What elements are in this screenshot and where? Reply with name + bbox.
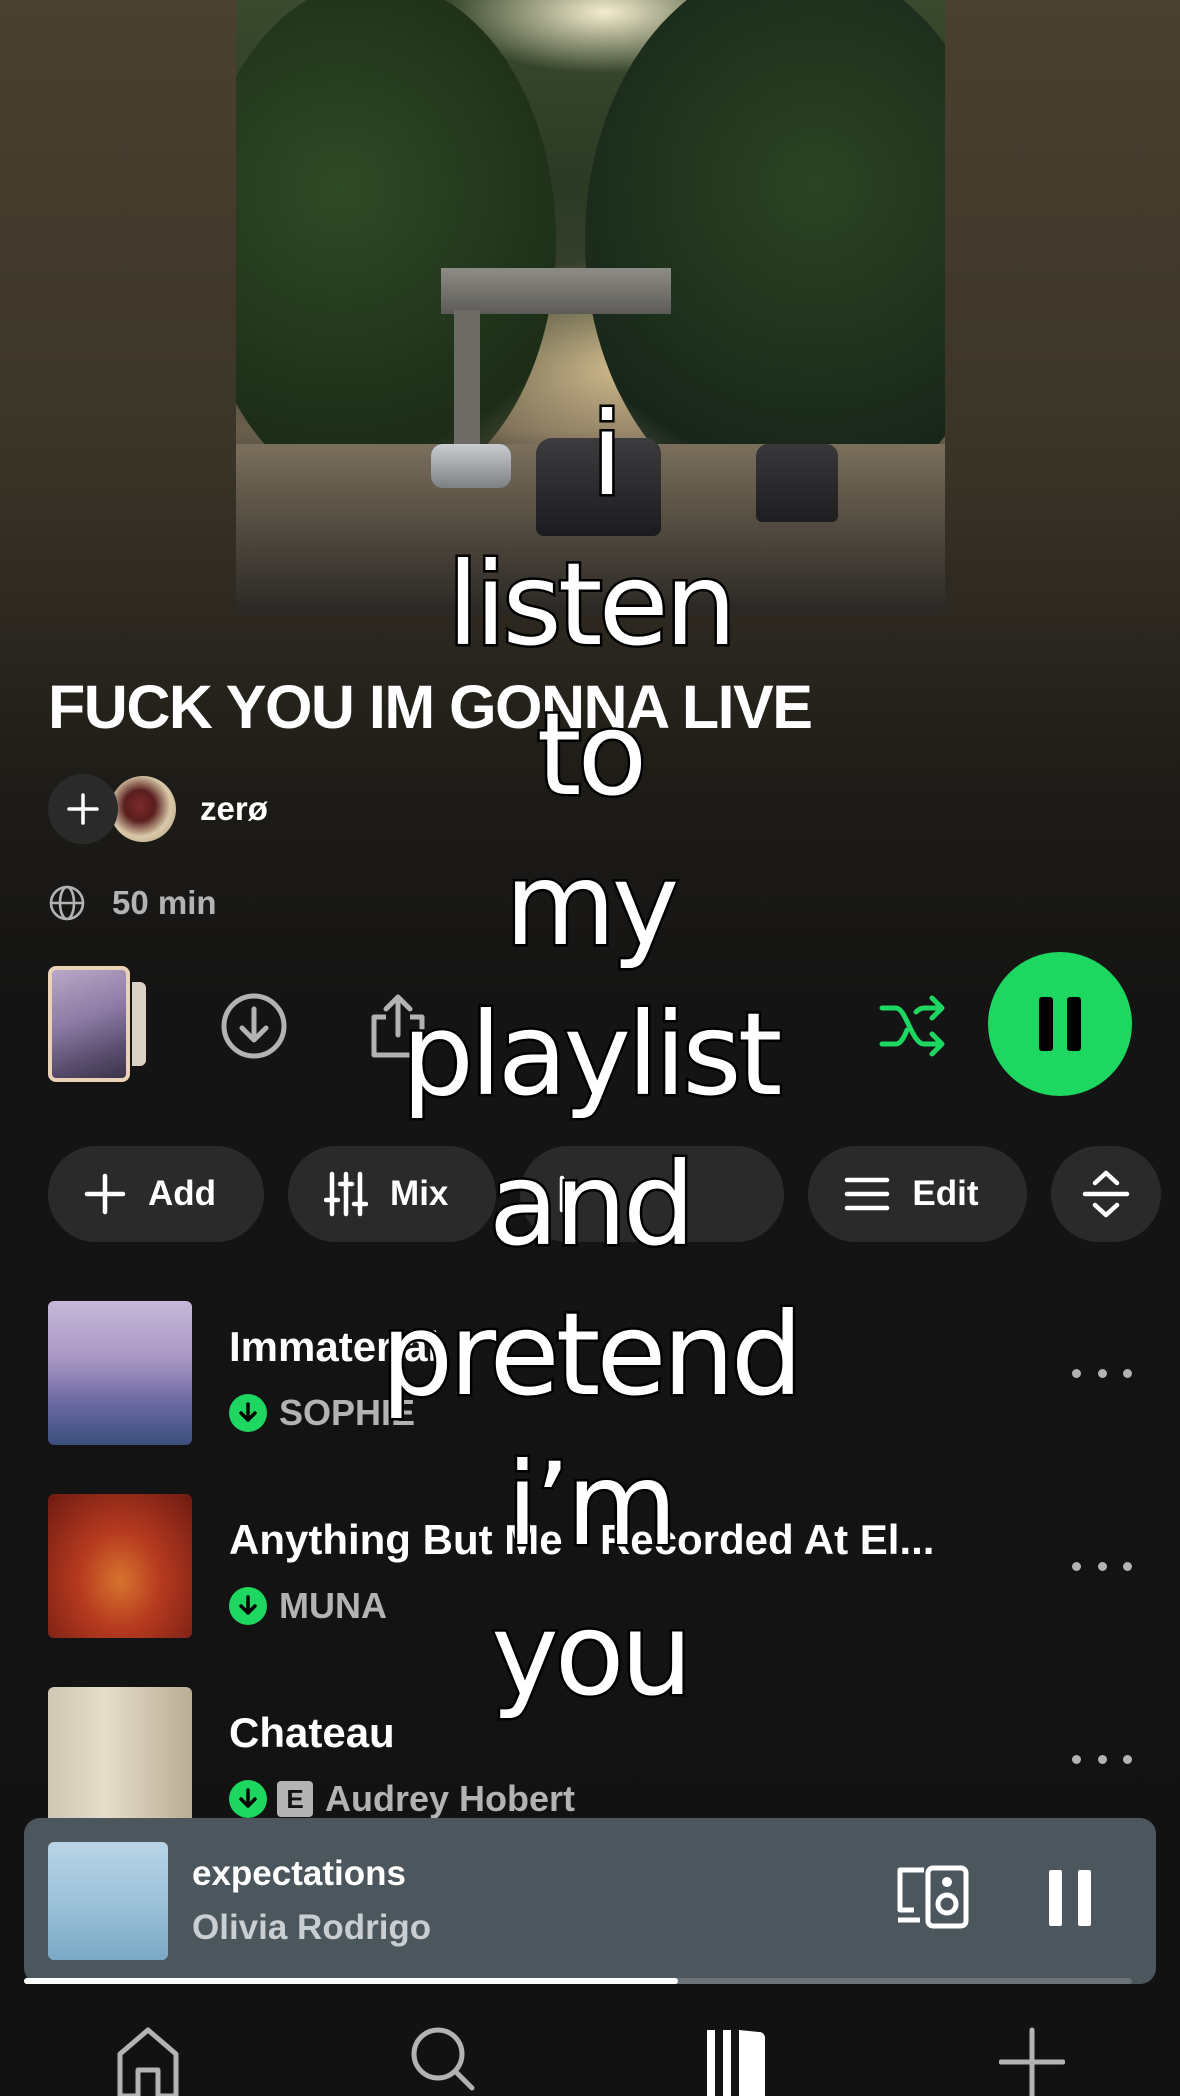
filter-chips: Add Mix Edit — [48, 1146, 1161, 1242]
nav-search[interactable] — [406, 2024, 478, 2096]
mix-chip-label: Mix — [390, 1174, 449, 1213]
downloaded-icon — [229, 1780, 267, 1818]
filter-chip-partial[interactable] — [1050, 1146, 1161, 1242]
pause-icon — [1049, 1870, 1062, 1926]
nav-library[interactable] — [700, 2024, 772, 2096]
track-artwork — [48, 1301, 192, 1445]
plus-icon — [67, 793, 99, 825]
smart-shuffle-icon[interactable] — [878, 994, 950, 1058]
now-playing-artist: Olivia Rodrigo — [192, 1908, 432, 1947]
mix-chip[interactable]: Mix — [288, 1146, 497, 1242]
avatar[interactable] — [110, 776, 176, 842]
share-icon — [371, 994, 425, 1058]
sort-icon — [560, 1175, 565, 1213]
track-artist: SOPHIE — [279, 1392, 416, 1433]
nav-home[interactable] — [112, 2024, 184, 2096]
add-chip-label: Add — [148, 1174, 217, 1213]
sort-chip[interactable] — [520, 1146, 785, 1242]
explicit-badge: E — [277, 1781, 313, 1817]
more-options-button[interactable] — [1072, 1739, 1132, 1779]
track-artist: Audrey Hobert — [325, 1778, 576, 1819]
more-options-button[interactable] — [1072, 1546, 1132, 1586]
bottom-nav — [0, 2010, 1180, 2096]
track-title: Anything But Me - Recorded At El... — [229, 1516, 935, 1563]
playback-progress[interactable] — [24, 1978, 1132, 1984]
pause-button[interactable] — [988, 952, 1132, 1096]
track-row[interactable]: Chateau E Audrey Hobert — [48, 1687, 1132, 1831]
nav-create[interactable] — [996, 2024, 1068, 2096]
expand-icon — [1082, 1170, 1129, 1218]
track-title: Immaterial — [229, 1323, 440, 1370]
now-playing-title: expectations — [192, 1854, 406, 1893]
track-artist: MUNA — [279, 1585, 387, 1626]
track-subtitle: SOPHIE — [229, 1391, 415, 1435]
plus-icon — [84, 1173, 126, 1215]
download-icon — [221, 993, 287, 1059]
preview-thumbnail[interactable] — [48, 966, 130, 1082]
playback-progress-fill — [24, 1978, 678, 1984]
edit-chip[interactable]: Edit — [808, 1146, 1027, 1242]
create-icon — [999, 2027, 1065, 2096]
edit-chip-label: Edit — [912, 1174, 979, 1213]
now-playing-artwork — [48, 1842, 168, 1960]
mini-player[interactable]: expectations Olivia Rodrigo — [24, 1818, 1156, 1984]
playlist-cover — [236, 0, 945, 614]
playlist-controls — [48, 952, 1132, 1096]
more-options-button[interactable] — [1072, 1353, 1132, 1393]
pause-icon — [1039, 997, 1081, 1051]
downloaded-icon — [229, 1394, 267, 1432]
connect-device-icon[interactable] — [894, 1864, 970, 1930]
track-subtitle: MUNA — [229, 1584, 387, 1628]
menu-lines-icon — [845, 1177, 890, 1211]
playlist-meta: 50 min — [48, 880, 217, 926]
globe-icon — [49, 885, 85, 921]
track-row[interactable]: Anything But Me - Recorded At El... MUNA — [48, 1494, 1132, 1638]
playlist-title: FUCK YOU IM GONNA LIVE — [48, 673, 813, 741]
mini-pause-button[interactable] — [1040, 1870, 1100, 1930]
add-chip[interactable]: Add — [48, 1146, 265, 1242]
search-icon — [411, 2027, 475, 2091]
track-subtitle: E Audrey Hobert — [229, 1777, 575, 1821]
preview-stack — [132, 982, 146, 1066]
owner-row: zerø — [48, 774, 268, 844]
home-icon — [117, 2027, 179, 2096]
owner-name[interactable]: zerø — [200, 790, 268, 828]
sliders-icon — [324, 1171, 369, 1217]
track-artwork — [48, 1687, 192, 1831]
playlist-page: FUCK YOU IM GONNA LIVE zerø 50 min Add M… — [0, 0, 1180, 2096]
library-icon — [707, 2030, 765, 2096]
share-button[interactable] — [362, 990, 434, 1062]
track-row[interactable]: Immaterial SOPHIE — [48, 1301, 1132, 1445]
download-button[interactable] — [218, 990, 290, 1062]
downloaded-icon — [229, 1587, 267, 1625]
track-artwork — [48, 1494, 192, 1638]
playlist-duration: 50 min — [112, 884, 217, 921]
add-collaborator-button[interactable] — [48, 774, 118, 844]
track-title: Chateau — [229, 1709, 395, 1756]
